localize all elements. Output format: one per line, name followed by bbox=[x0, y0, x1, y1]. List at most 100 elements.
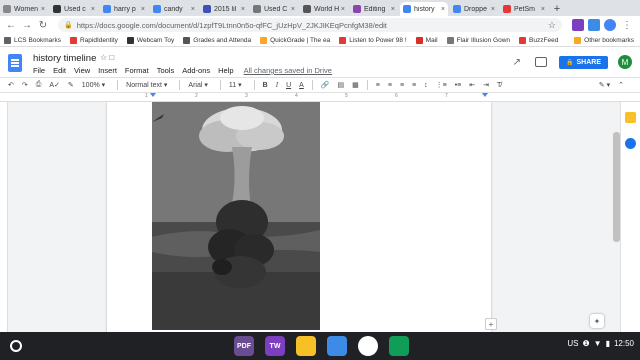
style-select[interactable]: Normal text ▾ bbox=[126, 81, 167, 89]
add-comment-button[interactable]: + bbox=[485, 318, 497, 330]
line-spacing-icon[interactable]: ↕ bbox=[424, 82, 428, 89]
tasks-icon[interactable] bbox=[625, 138, 636, 149]
back-icon[interactable]: ← bbox=[4, 18, 18, 32]
browser-tab[interactable]: harry p × bbox=[100, 2, 148, 16]
image-icon[interactable]: ▦ bbox=[352, 81, 359, 89]
profile-icon[interactable] bbox=[604, 19, 616, 31]
shelf-app-icon[interactable] bbox=[358, 336, 378, 356]
folder-icon[interactable]: □ bbox=[109, 53, 114, 62]
menu-tools[interactable]: Tools bbox=[157, 66, 175, 75]
tab-close-icon[interactable]: × bbox=[91, 6, 95, 13]
bookmark-item[interactable]: Listen to Power 98 ! bbox=[339, 36, 407, 44]
tab-close-icon[interactable]: × bbox=[41, 6, 45, 13]
bookmark-item[interactable]: LCS Bookmarks bbox=[4, 36, 61, 44]
forward-icon[interactable]: → bbox=[20, 18, 34, 32]
menu-dots-icon[interactable]: ⋮ bbox=[620, 18, 634, 32]
extension-icon[interactable] bbox=[588, 19, 600, 31]
browser-tab[interactable]: history × bbox=[400, 2, 448, 16]
save-status[interactable]: All changes saved in Drive bbox=[244, 66, 332, 75]
browser-tab[interactable]: Editing × bbox=[350, 2, 398, 16]
menu-help[interactable]: Help bbox=[218, 66, 233, 75]
bookmark-star-icon[interactable]: ☆ bbox=[548, 20, 556, 31]
tab-close-icon[interactable]: × bbox=[391, 6, 395, 13]
tab-close-icon[interactable]: × bbox=[191, 6, 195, 13]
align-left-icon[interactable]: ≡ bbox=[376, 82, 380, 89]
menu-insert[interactable]: Insert bbox=[98, 66, 117, 75]
launcher-icon[interactable] bbox=[10, 340, 22, 352]
tab-close-icon[interactable]: × bbox=[541, 6, 545, 13]
italic-icon[interactable]: I bbox=[276, 81, 278, 89]
tab-close-icon[interactable]: × bbox=[141, 6, 145, 13]
clear-formatting-icon[interactable]: T̸ bbox=[497, 82, 501, 89]
browser-tab[interactable]: Used C × bbox=[250, 2, 298, 16]
document-page[interactable] bbox=[107, 102, 491, 332]
browser-tab[interactable]: PetSm × bbox=[500, 2, 548, 16]
menu-addons[interactable]: Add-ons bbox=[182, 66, 210, 75]
font-select[interactable]: Arial ▾ bbox=[188, 81, 207, 89]
star-icon[interactable]: ☆ bbox=[100, 53, 107, 62]
mushroom-cloud-image[interactable] bbox=[152, 102, 320, 330]
zoom-select[interactable]: 100% ▾ bbox=[82, 81, 105, 89]
scrollbar-thumb[interactable] bbox=[613, 132, 620, 242]
bookmark-item[interactable]: QuickGrade | The ea bbox=[260, 36, 330, 44]
bookmark-item[interactable]: BuzzFeed bbox=[519, 36, 558, 44]
undo-icon[interactable]: ↶ bbox=[8, 81, 14, 89]
extension-icon[interactable] bbox=[572, 19, 584, 31]
explore-button[interactable]: ✦ bbox=[590, 314, 604, 328]
font-size-select[interactable]: 11 ▾ bbox=[229, 81, 242, 89]
tab-close-icon[interactable]: × bbox=[441, 6, 445, 13]
browser-tab[interactable]: 2015 lil × bbox=[200, 2, 248, 16]
address-bar[interactable]: 🔒 https://docs.google.com/document/d/1zp… bbox=[58, 18, 562, 32]
menu-edit[interactable]: Edit bbox=[53, 66, 66, 75]
tab-close-icon[interactable]: × bbox=[241, 6, 245, 13]
bookmark-item[interactable]: RapidIdentity bbox=[69, 36, 118, 44]
menu-format[interactable]: Format bbox=[125, 66, 149, 75]
bookmark-item[interactable]: Grades and Attenda bbox=[183, 36, 251, 44]
bookmark-item[interactable]: Webcam Toy bbox=[126, 36, 174, 44]
tab-close-icon[interactable]: × bbox=[491, 6, 495, 13]
right-indent-marker[interactable] bbox=[482, 93, 488, 97]
activity-trend-icon[interactable]: ↗ bbox=[513, 57, 521, 68]
tab-close-icon[interactable]: × bbox=[291, 6, 295, 13]
link-icon[interactable]: 🔗 bbox=[321, 81, 330, 89]
document-title[interactable]: history timeline bbox=[33, 53, 96, 64]
collapse-icon[interactable]: ⌃ bbox=[618, 81, 624, 89]
bold-icon[interactable]: B bbox=[263, 82, 268, 89]
paint-format-icon[interactable]: ✎ bbox=[68, 81, 74, 89]
reload-icon[interactable]: ↻ bbox=[36, 18, 50, 32]
shelf-app-icon[interactable]: TW bbox=[265, 336, 285, 356]
underline-icon[interactable]: U bbox=[286, 82, 291, 89]
browser-tab[interactable]: World H × bbox=[300, 2, 348, 16]
comment-icon[interactable]: ▤ bbox=[338, 81, 345, 89]
bookmark-item[interactable]: Flair Illusion Gown bbox=[446, 36, 510, 44]
align-center-icon[interactable]: ≡ bbox=[388, 82, 392, 89]
keep-icon[interactable] bbox=[625, 112, 636, 123]
new-tab-button[interactable]: + bbox=[550, 2, 564, 16]
text-color-icon[interactable]: A bbox=[299, 82, 304, 89]
avatar[interactable]: M bbox=[618, 55, 632, 69]
left-indent-marker[interactable] bbox=[150, 93, 156, 97]
browser-tab[interactable]: Droppe × bbox=[450, 2, 498, 16]
shelf-app-icon[interactable] bbox=[296, 336, 316, 356]
tab-close-icon[interactable]: × bbox=[341, 6, 345, 13]
align-right-icon[interactable]: ≡ bbox=[400, 82, 404, 89]
bulleted-list-icon[interactable]: •≡ bbox=[455, 82, 462, 89]
browser-tab[interactable]: candy × bbox=[150, 2, 198, 16]
numbered-list-icon[interactable]: ⋮≡ bbox=[436, 81, 447, 89]
menu-file[interactable]: File bbox=[33, 66, 45, 75]
increase-indent-icon[interactable]: ⇥ bbox=[483, 81, 489, 89]
docs-logo-icon[interactable] bbox=[8, 54, 22, 72]
shelf-app-icon[interactable] bbox=[327, 336, 347, 356]
comments-icon[interactable] bbox=[535, 57, 547, 67]
spellcheck-icon[interactable]: A✓ bbox=[49, 81, 60, 89]
print-icon[interactable]: ⎙ bbox=[36, 81, 42, 89]
other-bookmarks[interactable]: Other bookmarks bbox=[574, 36, 634, 44]
share-button[interactable]: 🔒 SHARE bbox=[559, 55, 608, 69]
shelf-app-icon[interactable] bbox=[389, 336, 409, 356]
redo-icon[interactable]: ↷ bbox=[22, 81, 28, 89]
decrease-indent-icon[interactable]: ⇤ bbox=[469, 81, 475, 89]
menu-view[interactable]: View bbox=[74, 66, 90, 75]
editing-mode-icon[interactable]: ✎ ▾ bbox=[599, 81, 610, 89]
status-tray[interactable]: US ❶ ▼ ▮ 12:50 bbox=[563, 339, 634, 348]
justify-icon[interactable]: ≡ bbox=[412, 82, 416, 89]
